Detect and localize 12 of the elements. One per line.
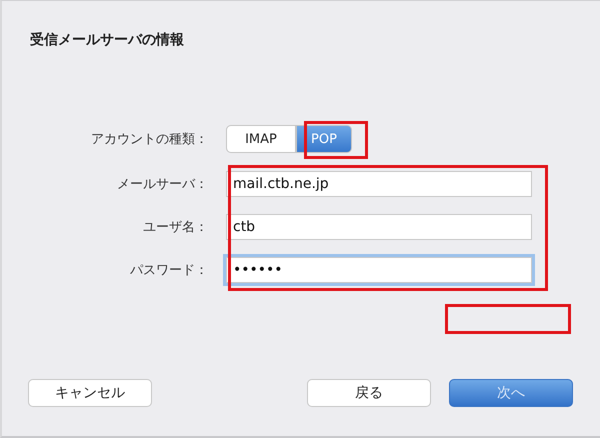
highlight-frame [304, 121, 368, 159]
field-label: メールサーバ： [117, 176, 209, 193]
text-field[interactable]: ctb [226, 214, 532, 240]
segment-option[interactable]: IMAP [226, 125, 296, 153]
field-label: パスワード： [130, 262, 209, 279]
dialog-button[interactable]: 戻る [307, 379, 431, 407]
section-title: 受信メールサーバの情報 [30, 31, 185, 50]
text-field[interactable]: •••••• [226, 257, 532, 283]
dialog-button[interactable]: キャンセル [28, 379, 152, 407]
text-field[interactable]: mail.ctb.ne.jp [226, 171, 532, 197]
field-label: ユーザ名： [143, 219, 209, 236]
field-label: アカウントの種類： [91, 131, 209, 148]
